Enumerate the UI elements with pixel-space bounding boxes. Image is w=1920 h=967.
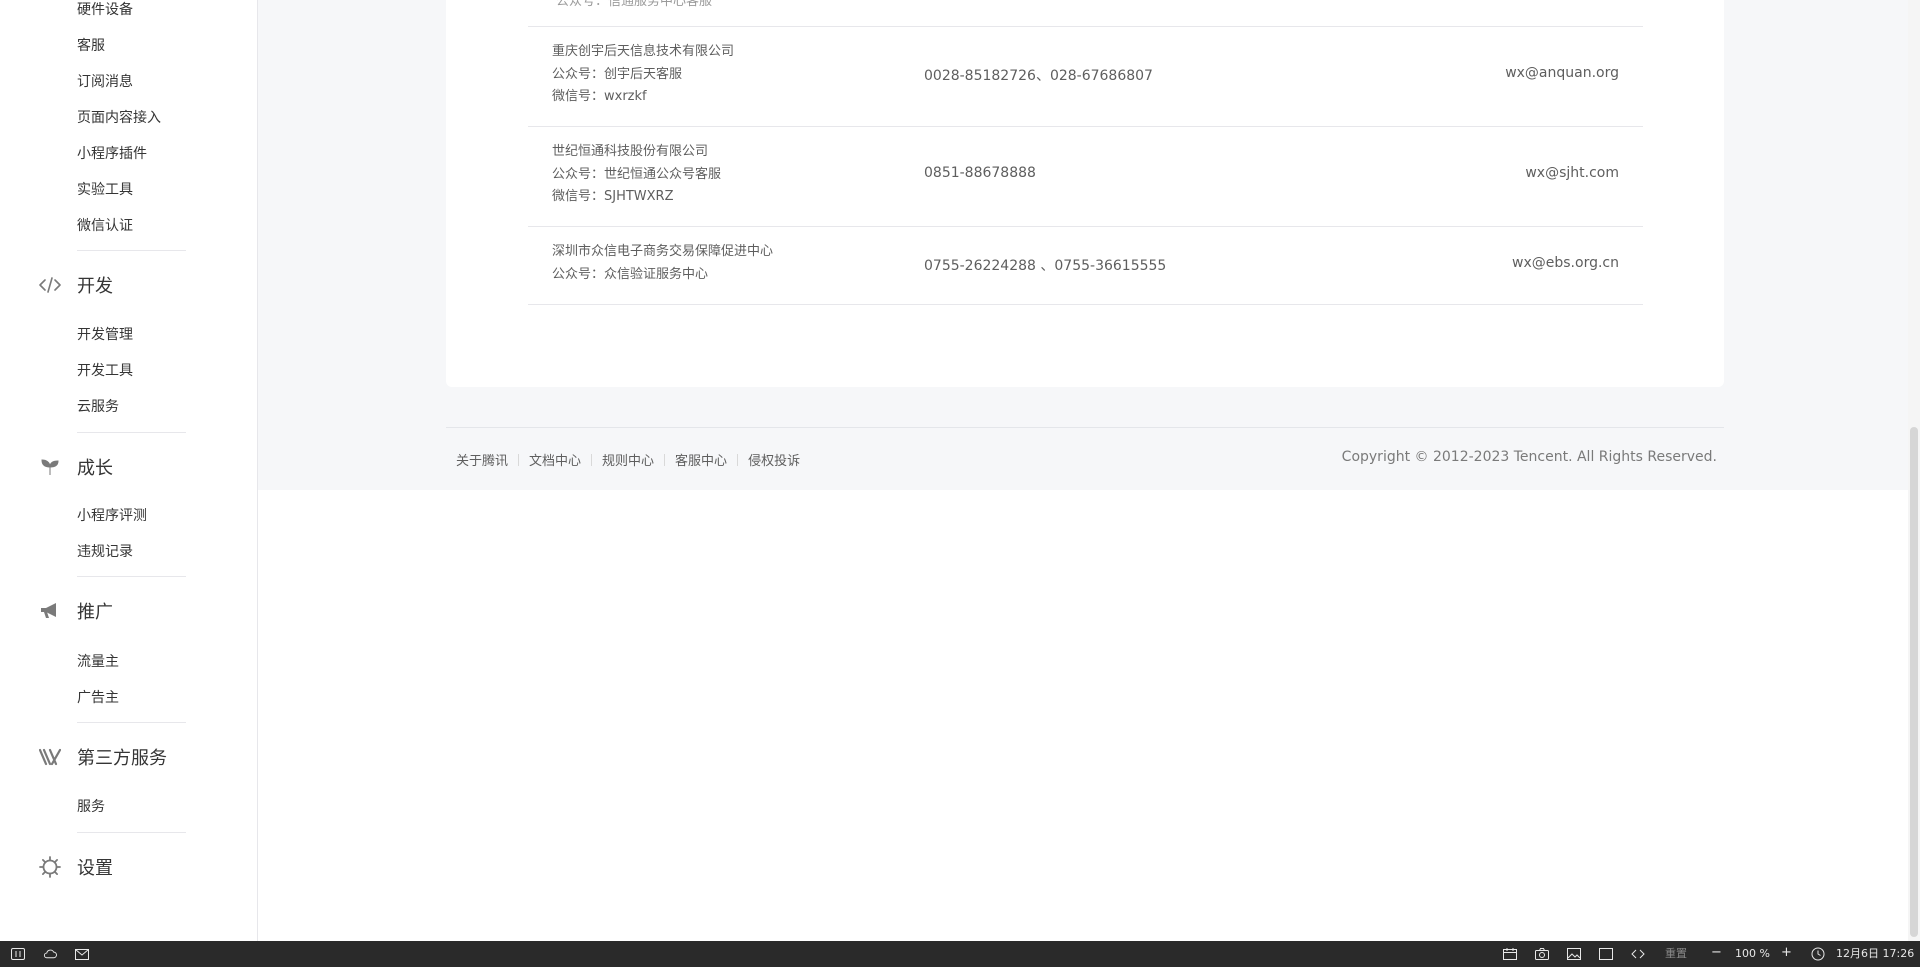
sidebar-section-settings[interactable]: 设置	[38, 853, 113, 881]
phone-cell: 0755-26224288 、0755-36615555	[924, 258, 1167, 274]
sidebar-item-dev-tools[interactable]: 开发工具	[77, 361, 133, 381]
footer-separator	[664, 453, 666, 466]
panel-icon[interactable]	[11, 947, 25, 961]
footer-separator	[737, 453, 739, 466]
sidebar-item-traffic-owner[interactable]: 流量主	[77, 652, 119, 672]
sprout-icon	[38, 455, 62, 479]
phone-cell: 0028-85182726、028-67686807	[924, 68, 1153, 84]
zoom-out-button[interactable]: −	[1711, 946, 1722, 960]
footer-link-about[interactable]: 关于腾讯	[456, 450, 508, 469]
clock-icon[interactable]	[1811, 947, 1825, 961]
footer-links: 关于腾讯 文档中心 规则中心 客服中心 侵权投诉	[456, 450, 800, 469]
official-account: 公众号：众信验证服务中心	[552, 266, 709, 282]
sidebar-divider	[77, 576, 186, 577]
table-row: 重庆创宇后天信息技术有限公司 公众号：创宇后天客服 微信号：wxrzkf 002…	[528, 27, 1643, 127]
page-scrollbar[interactable]	[1908, 0, 1920, 941]
footer-link-docs[interactable]: 文档中心	[529, 450, 581, 469]
footer-separator	[591, 453, 593, 466]
sidebar-item-page-content[interactable]: 页面内容接入	[77, 108, 161, 128]
sidebar-item-wechat-verify[interactable]: 微信认证	[77, 216, 133, 236]
cloud-icon[interactable]	[43, 947, 57, 961]
copyright: Copyright © 2012-2023 Tencent. All Right…	[1341, 449, 1717, 465]
sidebar-section-third-party[interactable]: 第三方服务	[38, 743, 167, 771]
sidebar-section-label: 第三方服务	[77, 748, 167, 769]
wechat-id: 微信号：wxrzkf	[552, 89, 647, 104]
third-party-icon	[38, 745, 62, 769]
sidebar-item-hardware[interactable]: 硬件设备	[77, 0, 133, 20]
sidebar-item-customer-service[interactable]: 客服	[77, 36, 105, 56]
footer-link-rules[interactable]: 规则中心	[602, 450, 654, 469]
sidebar-section-label: 开发	[77, 276, 113, 297]
sidebar-item-advertiser[interactable]: 广告主	[77, 688, 119, 708]
datetime: 12月6日 17:26	[1836, 947, 1915, 960]
sidebar-item-subscribe-message[interactable]: 订阅消息	[77, 72, 133, 92]
footer-link-infringement[interactable]: 侵权投诉	[748, 450, 800, 469]
sidebar-divider	[77, 432, 186, 433]
email-cell: wx@sjht.com	[1525, 165, 1619, 181]
company-cell: 世纪恒通科技股份有限公司 公众号：世纪恒通公众号客服 微信号：SJHTWXRZ	[552, 141, 721, 209]
zoom-level: 100 %	[1735, 947, 1770, 960]
footer-link-support[interactable]: 客服中心	[675, 450, 727, 469]
table-row: 世纪恒通科技股份有限公司 公众号：世纪恒通公众号客服 微信号：SJHTWXRZ …	[528, 127, 1643, 227]
footer-divider	[446, 427, 1724, 428]
sidebar-item-review[interactable]: 小程序评测	[77, 506, 147, 526]
code-icon	[38, 273, 62, 297]
sidebar-divider	[77, 832, 186, 833]
partial-row-text: 公众号：信通服务中心客服	[556, 0, 713, 9]
phone-cell: 0851-88678888	[924, 165, 1036, 181]
sidebar-divider	[77, 722, 186, 723]
code-toggle-icon[interactable]	[1631, 947, 1645, 961]
company-name: 重庆创宇后天信息技术有限公司	[552, 44, 735, 59]
main-content: 公众号：信通服务中心客服 重庆创宇后天信息技术有限公司 公众号：创宇后天客服 微…	[258, 0, 1920, 490]
sidebar-item-service[interactable]: 服务	[77, 797, 105, 817]
company-cell: 深圳市众信电子商务交易保障促进中心 公众号：众信验证服务中心	[552, 241, 773, 286]
company-cell: 重庆创宇后天信息技术有限公司 公众号：创宇后天客服 微信号：wxrzkf	[552, 41, 734, 109]
email-cell: wx@ebs.org.cn	[1512, 255, 1619, 271]
sidebar-section-growth[interactable]: 成长	[38, 453, 113, 481]
table-row: 深圳市众信电子商务交易保障促进中心 公众号：众信验证服务中心 0755-2622…	[528, 227, 1643, 305]
reset-button[interactable]: 重置	[1665, 947, 1687, 961]
sidebar-divider	[77, 250, 186, 251]
sidebar-item-violations[interactable]: 违规记录	[77, 542, 133, 562]
image-icon[interactable]	[1567, 947, 1581, 961]
megaphone-icon	[38, 599, 62, 623]
camera-icon[interactable]	[1535, 947, 1549, 961]
sidebar-section-label: 设置	[77, 858, 113, 879]
footer-separator	[518, 453, 520, 466]
official-account: 公众号：世纪恒通公众号客服	[552, 166, 722, 182]
sidebar-section-label: 成长	[77, 458, 113, 479]
official-account: 公众号：创宇后天客服	[552, 66, 683, 82]
company-name: 世纪恒通科技股份有限公司	[552, 144, 709, 159]
window-icon[interactable]	[1599, 947, 1613, 961]
taskbar: 重置 − 100 % + 12月6日 17:26	[0, 941, 1920, 967]
sidebar-section-develop[interactable]: 开发	[38, 271, 113, 299]
scrollbar-thumb[interactable]	[1910, 427, 1918, 937]
gear-icon	[38, 855, 62, 879]
sidebar-item-lab-tools[interactable]: 实验工具	[77, 180, 133, 200]
mail-icon[interactable]	[75, 947, 89, 961]
calendar-icon[interactable]	[1503, 947, 1517, 961]
sidebar-item-plugins[interactable]: 小程序插件	[77, 144, 147, 164]
zoom-in-button[interactable]: +	[1781, 946, 1792, 960]
sidebar-section-promote[interactable]: 推广	[38, 597, 113, 625]
email-cell: wx@anquan.org	[1505, 65, 1619, 81]
company-name: 深圳市众信电子商务交易保障促进中心	[552, 244, 774, 259]
sidebar-item-dev-manage[interactable]: 开发管理	[77, 325, 133, 345]
sidebar: 硬件设备 客服 订阅消息 页面内容接入 小程序插件 实验工具 微信认证 开发 开…	[0, 0, 258, 941]
service-provider-card: 公众号：信通服务中心客服 重庆创宇后天信息技术有限公司 公众号：创宇后天客服 微…	[446, 0, 1724, 387]
wechat-id: 微信号：SJHTWXRZ	[552, 189, 674, 204]
sidebar-item-cloud[interactable]: 云服务	[77, 397, 119, 417]
sidebar-section-label: 推广	[77, 602, 113, 623]
